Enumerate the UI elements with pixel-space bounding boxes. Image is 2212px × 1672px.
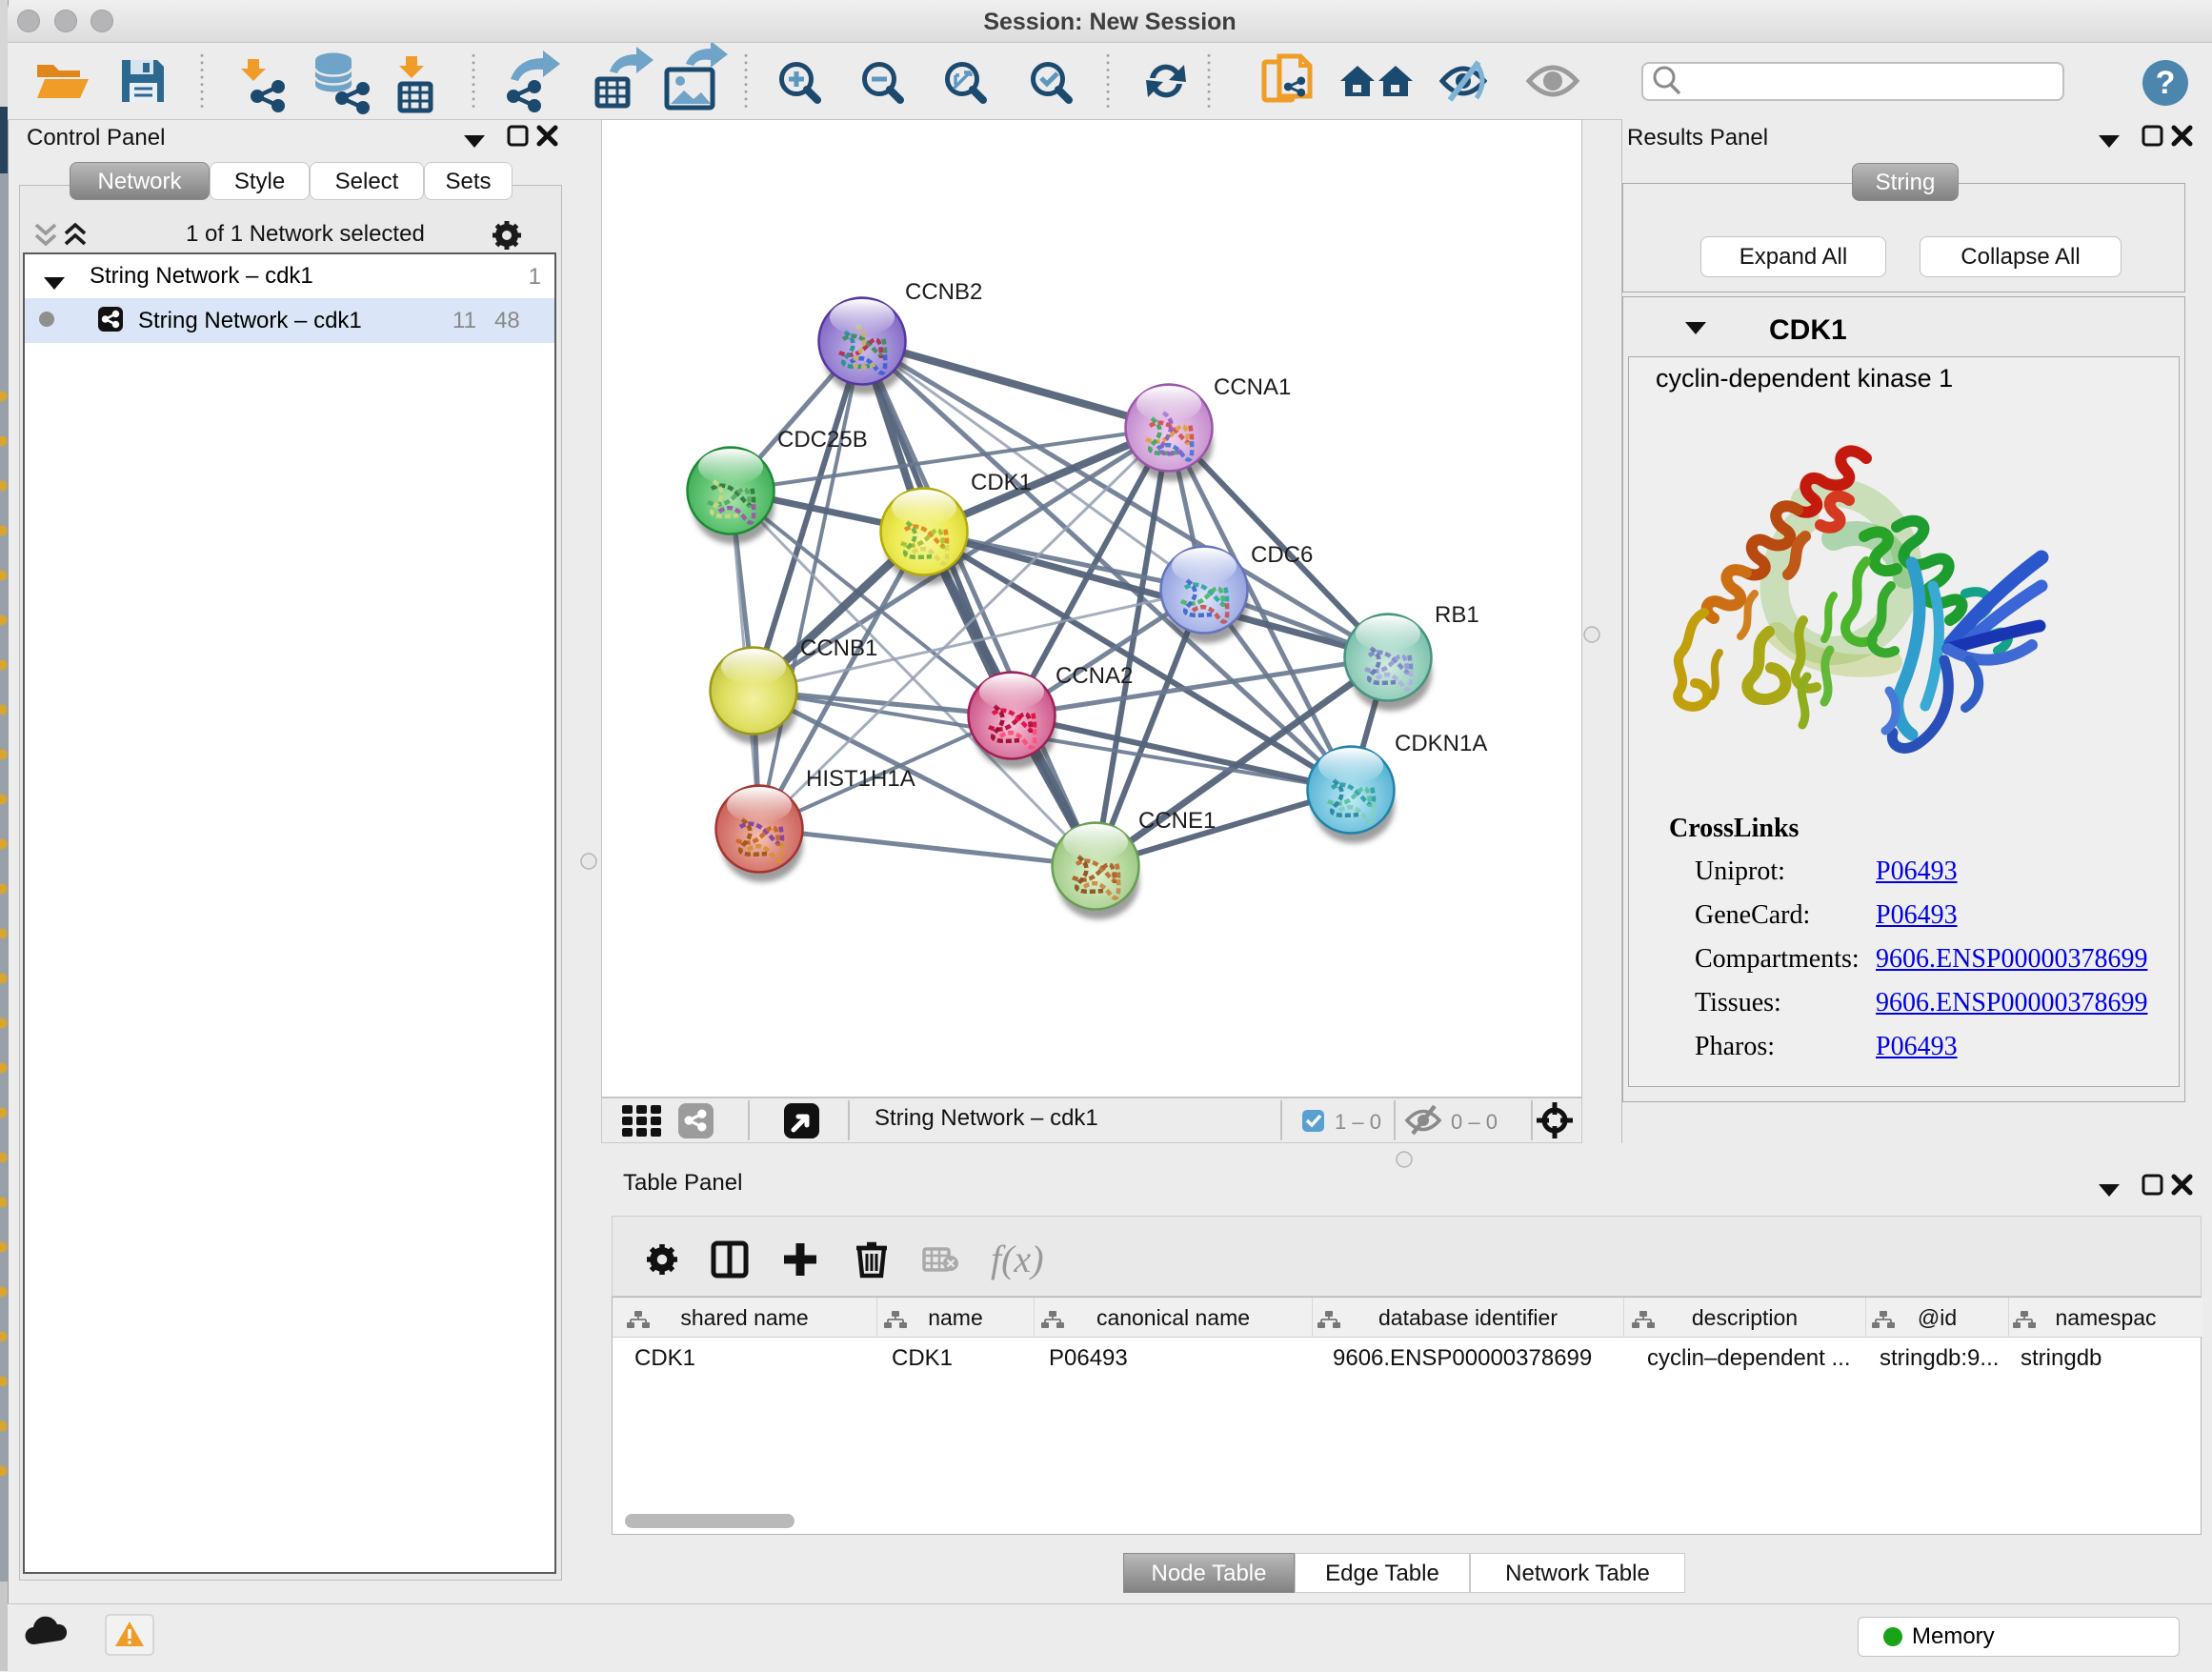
svg-text:0 – 0: 0 – 0 [1451, 1110, 1498, 1134]
svg-text:1 – 0: 1 – 0 [1335, 1110, 1381, 1134]
svg-text:f(x): f(x) [991, 1238, 1044, 1280]
